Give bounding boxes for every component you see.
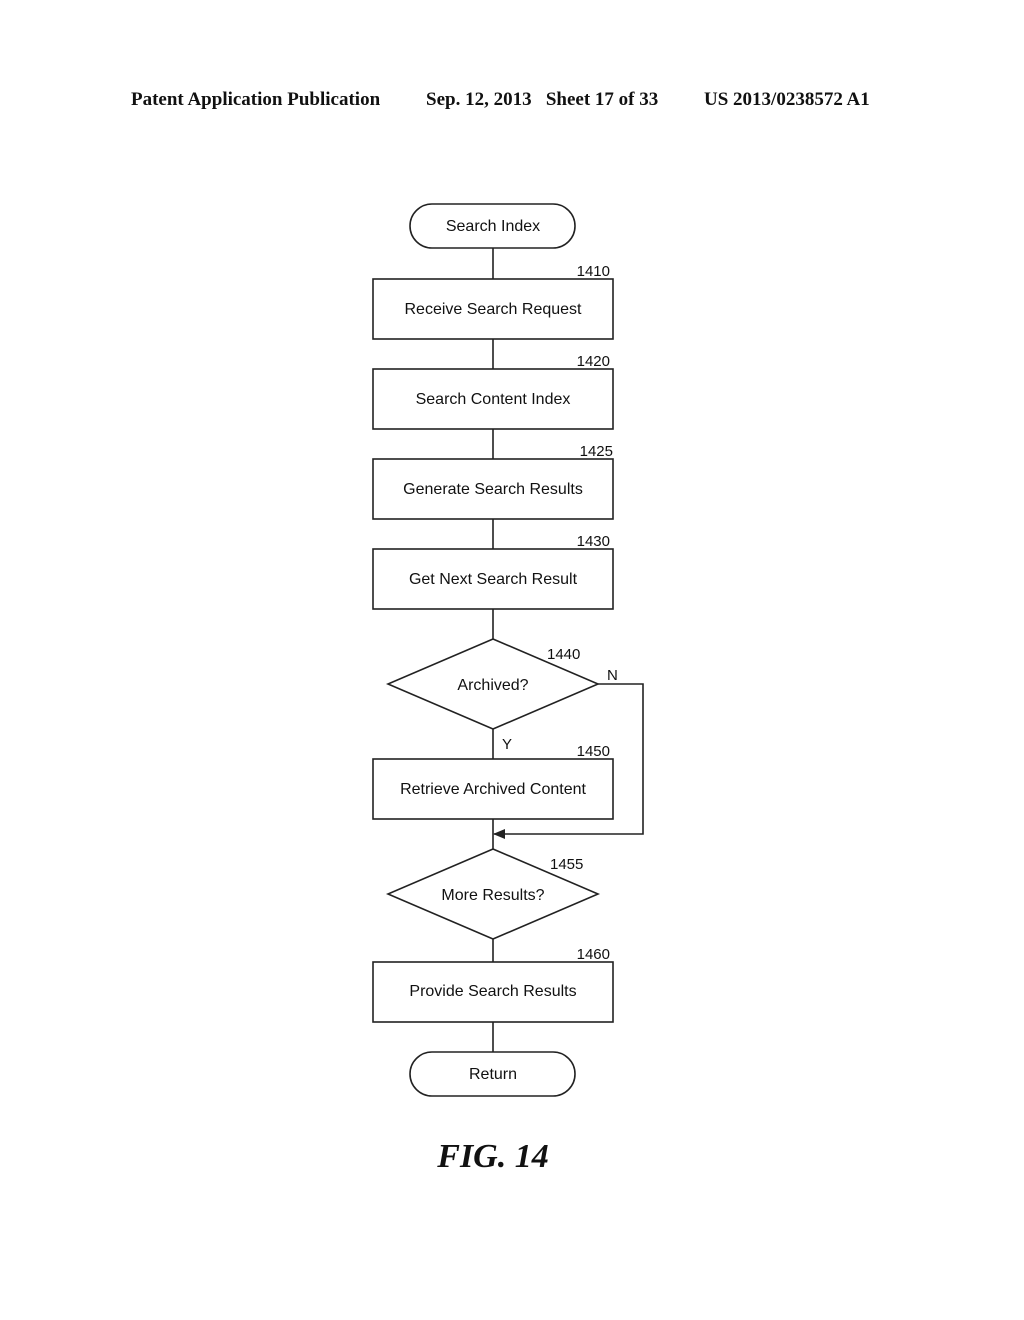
decision-label: Archived? (457, 677, 528, 694)
flowchart: Search Index Receive Search Request 1410… (372, 203, 644, 1097)
step-label: Provide Search Results (409, 983, 576, 1000)
step-label: Generate Search Results (403, 481, 583, 498)
reference-number: 1430 (577, 533, 610, 550)
decision-1440: Archived? 1440 N Y (385, 638, 618, 753)
no-branch-label: N (607, 667, 618, 684)
step-label: Get Next Search Result (409, 571, 578, 588)
start-label: Search Index (446, 218, 540, 235)
yes-branch-label: Y (502, 736, 512, 753)
reference-number: 1420 (577, 353, 610, 370)
step-label: Retrieve Archived Content (400, 781, 586, 798)
step-label: Search Content Index (416, 391, 571, 408)
reference-number: 1425 (580, 443, 613, 460)
reference-number: 1450 (577, 743, 610, 760)
reference-number: 1410 (577, 263, 610, 280)
start-terminator: Search Index (409, 203, 576, 249)
reference-number: 1440 (547, 646, 580, 663)
decision-1455: More Results? 1455 (385, 848, 601, 940)
reference-number: 1455 (550, 856, 583, 873)
end-label: Return (469, 1066, 517, 1083)
reference-number: 1460 (577, 946, 610, 963)
step-label: Receive Search Request (405, 301, 583, 318)
decision-label: More Results? (441, 887, 544, 904)
figure-label: FIG. 14 (437, 1138, 549, 1175)
end-terminator: Return (409, 1051, 576, 1097)
